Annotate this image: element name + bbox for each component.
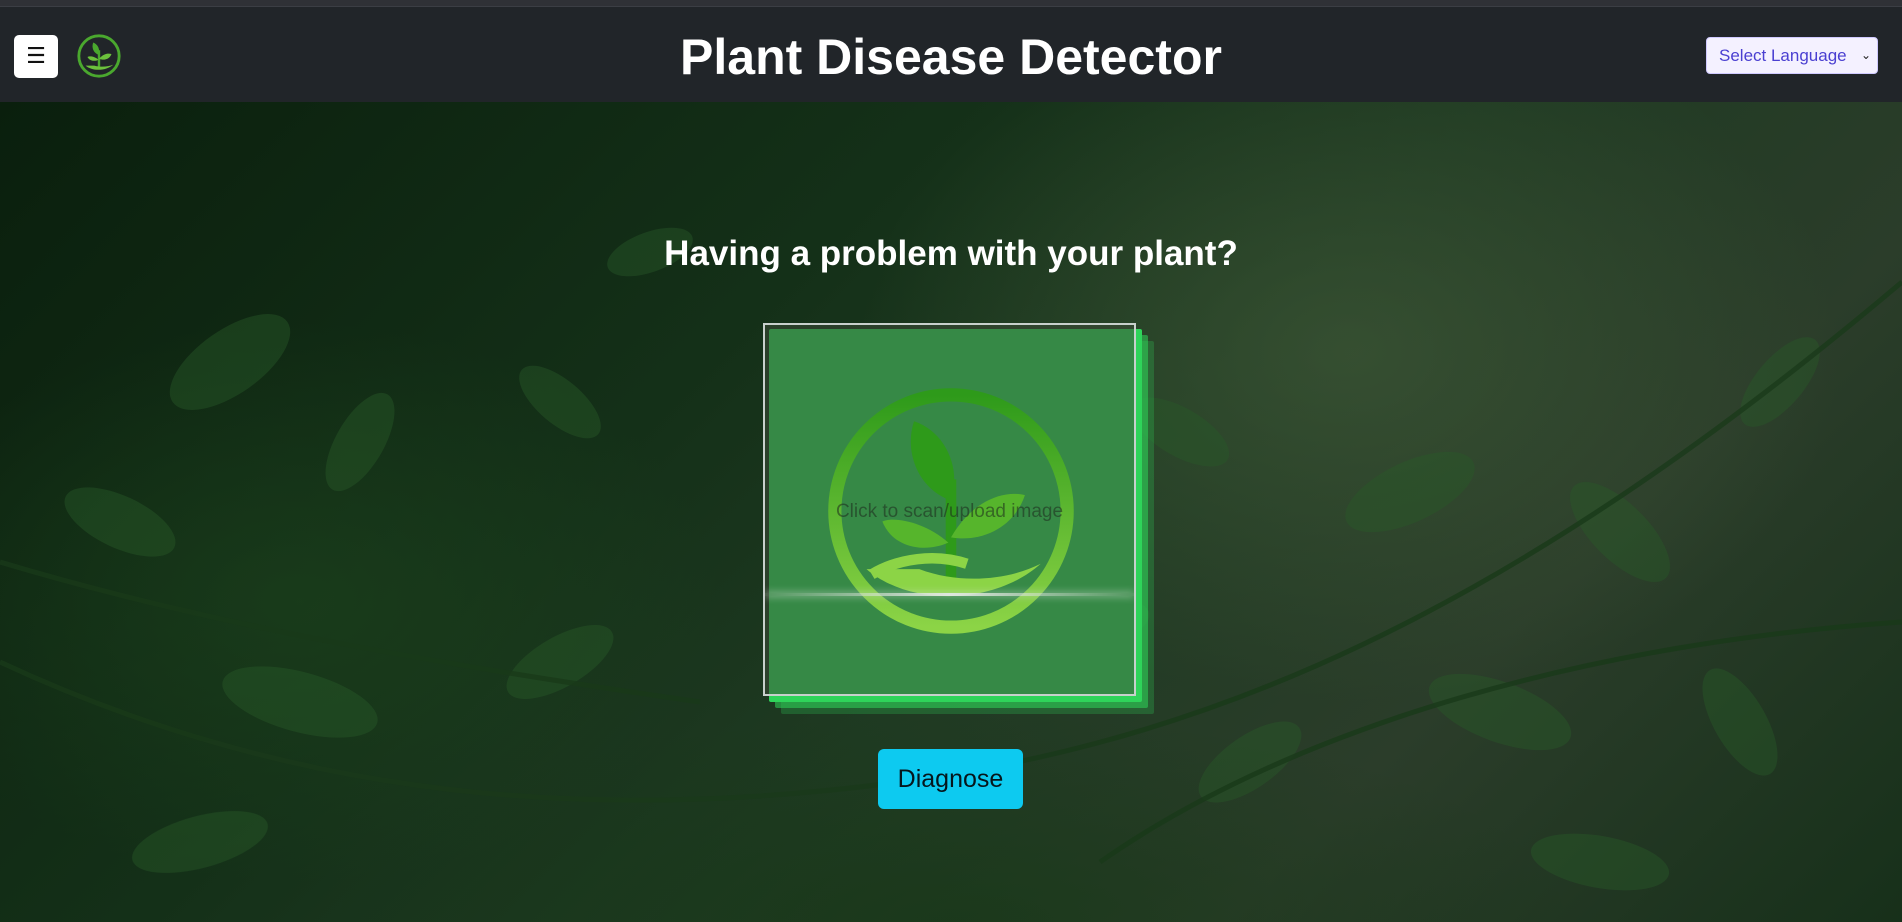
language-select-value: Select Language	[1719, 46, 1847, 65]
image-scan-area[interactable]: Click to scan/upload image	[763, 323, 1163, 723]
upload-image-box[interactable]: Click to scan/upload image	[763, 323, 1136, 696]
scan-upload-prompt: Click to scan/upload image	[835, 501, 1064, 522]
hero-section: Having a problem with your plant? Click …	[0, 102, 1902, 922]
window-top-strip	[0, 0, 1902, 7]
diagnose-button[interactable]: Diagnose	[878, 749, 1023, 809]
problem-question-heading: Having a problem with your plant?	[664, 234, 1238, 273]
language-select[interactable]: Select Language ⌄	[1706, 37, 1878, 74]
chevron-down-icon: ⌄	[1860, 48, 1871, 62]
app-header: ☰ Plant Disease Detector Select Language…	[0, 7, 1902, 102]
scan-line	[765, 593, 1134, 596]
page-title: Plant Disease Detector	[680, 29, 1222, 85]
